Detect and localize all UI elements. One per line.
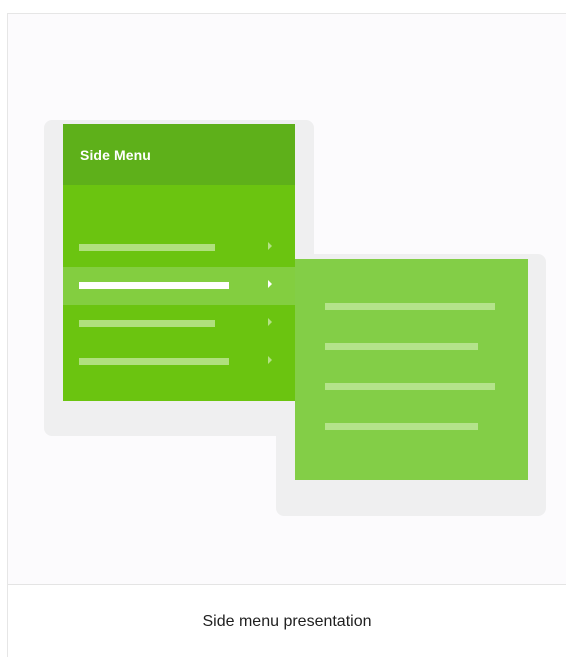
menu-item-placeholder-bar [79,282,229,289]
menu-item-placeholder-bar [79,244,215,251]
menu-item-placeholder-bar [79,320,215,327]
menu-item[interactable] [63,229,295,267]
menu-item-placeholder-bar [79,358,229,365]
submenu-item[interactable] [325,303,495,310]
submenu-item[interactable] [325,343,478,350]
menu-item[interactable] [63,305,295,343]
chevron-right-icon [268,318,272,326]
menu-item-active[interactable] [63,267,295,305]
presentation-card: Side Menu Side menu presentation [7,13,566,657]
side-menu-panel: Side Menu [63,124,295,401]
chevron-right-icon [268,356,272,364]
submenu-item[interactable] [325,423,478,430]
menu-item[interactable] [63,343,295,381]
side-menu-title: Side Menu [80,147,151,163]
scrollbar[interactable] [559,14,566,584]
submenu-panel [295,259,528,480]
submenu-item[interactable] [325,383,495,390]
chevron-right-icon [268,280,272,288]
side-menu-header: Side Menu [63,124,295,185]
caption: Side menu presentation [202,612,372,630]
chevron-right-icon [268,242,272,250]
side-menu-illustration: Side Menu [8,14,566,585]
